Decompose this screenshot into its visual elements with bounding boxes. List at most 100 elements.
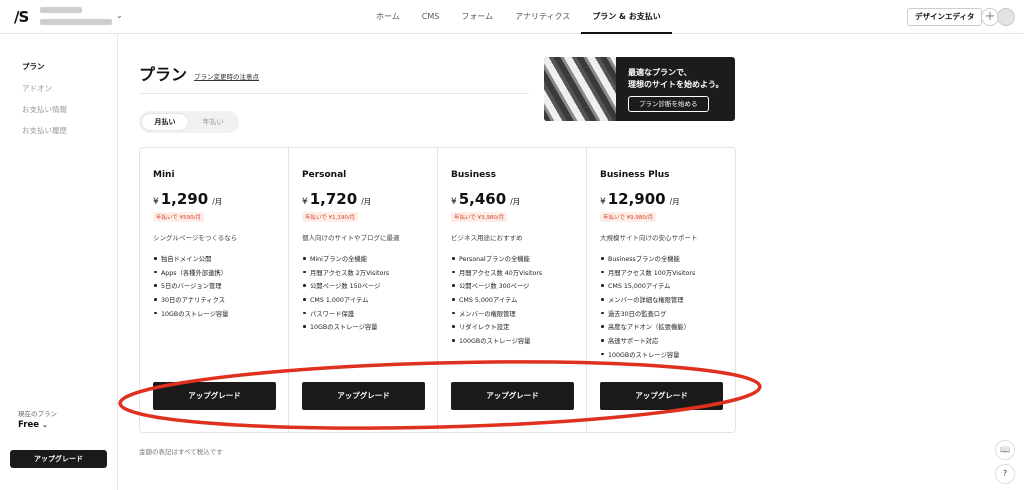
current-plan-value[interactable]: Free ⌄ (18, 420, 48, 430)
blurred-account-name (40, 7, 82, 13)
price-amount: 12,900 (607, 190, 666, 208)
sidebar: プラン アドオン お支払い情報 お支払い履歴 現在のプラン Free ⌄ アップ… (0, 34, 118, 490)
help-icon[interactable]: ? (995, 464, 1015, 484)
nav-home[interactable]: ホーム (365, 0, 411, 34)
banner-line-2: 理想のサイトを始めよう。 (628, 80, 724, 89)
feature-list: 独自ドメイン公開 Apps（各種外部連携） 5日のバージョン管理 30日のアナリティク… (153, 254, 228, 322)
sidebar-item-payment-info[interactable]: お支払い情報 (22, 104, 67, 115)
plan-name: Business Plus (600, 170, 670, 180)
plan-description: 個人向けのサイトやブログに最適 (302, 234, 400, 242)
feature-list: Personalプランの全機能 月間アクセス数 40万Visitors 公開ページ数… (451, 254, 542, 350)
feature-list: Businessプランの全機能 月間アクセス数 100万Visitors CMS 1… (600, 254, 695, 364)
divider (139, 93, 529, 94)
price-unit: /月 (669, 197, 680, 206)
feature-item: 過去30日の監査ログ (600, 309, 695, 323)
feature-item: 公開ページ数 150ページ (302, 281, 389, 295)
account-switcher[interactable] (40, 7, 112, 25)
chevron-down-icon: ⌄ (41, 421, 48, 429)
feature-item: 高速サポート対応 (600, 336, 695, 350)
plan-price: ¥ 1,290 /月 (153, 190, 222, 208)
nav-plan-billing[interactable]: プラン & お支払い (581, 0, 672, 34)
feature-item: メンバーの詳細な権限管理 (600, 295, 695, 309)
feature-item: Businessプランの全機能 (600, 254, 695, 268)
upgrade-button[interactable]: アップグレード (302, 382, 425, 410)
feature-item: 月間アクセス数 100万Visitors (600, 268, 695, 282)
book-icon[interactable]: 📖 (995, 440, 1015, 460)
plan-price: ¥ 1,720 /月 (302, 190, 371, 208)
feature-item: Miniプランの全機能 (302, 254, 389, 268)
annual-price-badge: 年払いで ¥590/月 (153, 212, 204, 222)
upgrade-button[interactable]: アップグレード (153, 382, 276, 410)
currency-symbol: ¥ (600, 197, 606, 207)
feature-item: メンバーの権限管理 (451, 309, 542, 323)
feature-item: 高度なアドオン（拡張機能） (600, 322, 695, 336)
feature-item: 5日のバージョン管理 (153, 281, 228, 295)
page-title: プラン (139, 65, 188, 84)
plan-description: 大規模サイト向けの安心サポート (600, 234, 698, 242)
feature-item: 月間アクセス数 40万Visitors (451, 268, 542, 282)
plan-card: Business ¥ 5,460 /月 年払いで ¥3,980/月 ビジネス用途… (438, 148, 587, 432)
price-unit: /月 (361, 197, 372, 206)
plan-name: Mini (153, 170, 175, 180)
nav-form[interactable]: フォーム (450, 0, 504, 34)
chevron-down-icon[interactable]: ⌄ (116, 11, 123, 20)
banner-line-1: 最適なプランで、 (628, 68, 692, 77)
price-amount: 1,720 (309, 190, 358, 208)
avatar[interactable] (997, 8, 1015, 26)
feature-item: 公開ページ数 300ページ (451, 281, 542, 295)
feature-item: Apps（各種外部連携） (153, 268, 228, 282)
annual-price-badge: 年払いで ¥3,980/月 (451, 212, 508, 222)
blurred-account-id (40, 19, 112, 25)
plan-description: シングルページをつくるなら (153, 234, 238, 242)
price-amount: 1,290 (160, 190, 209, 208)
main-nav: ホーム CMS フォーム アナリティクス プラン & お支払い (365, 0, 672, 34)
feature-item: CMS 5,000アイテム (451, 295, 542, 309)
feature-item: 30日のアナリティクス (153, 295, 228, 309)
sidebar-item-plan[interactable]: プラン (22, 61, 45, 72)
plan-description: ビジネス用途におすすめ (451, 234, 523, 242)
plan-change-notes-link[interactable]: プラン変更時の注意点 (194, 71, 259, 81)
plan-price: ¥ 12,900 /月 (600, 190, 680, 208)
feature-item: CMS 15,000アイテム (600, 281, 695, 295)
feature-item: 10GBのストレージ容量 (302, 322, 389, 336)
feature-item: 月間アクセス数 2万Visitors (302, 268, 389, 282)
plan-card: Mini ¥ 1,290 /月 年払いで ¥590/月 シングルページをつくるな… (140, 148, 289, 432)
tax-footnote: 金額の表記はすべて税込です (139, 448, 223, 456)
feature-item: Personalプランの全機能 (451, 254, 542, 268)
currency-symbol: ¥ (451, 197, 457, 207)
feature-item: CMS 1,000アイテム (302, 295, 389, 309)
toggle-yearly[interactable]: 年払い (190, 114, 236, 130)
feature-item: リダイレクト設定 (451, 322, 542, 336)
banner-image (544, 57, 616, 121)
plan-name: Personal (302, 170, 347, 180)
plan-cards: Mini ¥ 1,290 /月 年払いで ¥590/月 シングルページをつくるな… (139, 147, 736, 433)
plan-card: Business Plus ¥ 12,900 /月 年払いで ¥9,980/月 … (587, 148, 735, 432)
plan-diagnosis-banner: 最適なプランで、 理想のサイトを始めよう。 プラン診断を始める (544, 57, 735, 121)
feature-list: Miniプランの全機能 月間アクセス数 2万Visitors 公開ページ数 150ペ… (302, 254, 389, 336)
designer-editor-button[interactable]: デザインエディタ (907, 8, 983, 26)
price-unit: /月 (212, 197, 223, 206)
sidebar-upgrade-button[interactable]: アップグレード (10, 450, 107, 468)
upgrade-button[interactable]: アップグレード (600, 382, 723, 410)
studio-logo[interactable]: /S (14, 8, 29, 26)
current-plan-name: Free (18, 420, 39, 430)
banner-headline: 最適なプランで、 理想のサイトを始めよう。 (628, 67, 724, 91)
sidebar-item-payment-history[interactable]: お支払い履歴 (22, 125, 67, 136)
top-bar: /S ⌄ ホーム CMS フォーム アナリティクス プラン & お支払い デザイ… (0, 0, 1024, 34)
nav-analytics[interactable]: アナリティクス (504, 0, 581, 34)
currency-symbol: ¥ (302, 197, 308, 207)
currency-symbol: ¥ (153, 197, 159, 207)
current-plan-label: 現在のプラン (18, 410, 57, 418)
nav-cms[interactable]: CMS (411, 0, 451, 34)
annual-price-badge: 年払いで ¥1,190/月 (302, 212, 359, 222)
toggle-monthly[interactable]: 月払い (142, 114, 188, 130)
feature-item: パスワード保護 (302, 309, 389, 323)
price-amount: 5,460 (458, 190, 507, 208)
feature-item: 100GBのストレージ容量 (451, 336, 542, 350)
plan-card: Personal ¥ 1,720 /月 年払いで ¥1,190/月 個人向けのサ… (289, 148, 438, 432)
sidebar-item-addon[interactable]: アドオン (22, 83, 52, 94)
feature-item: 100GBのストレージ容量 (600, 350, 695, 364)
upgrade-button[interactable]: アップグレード (451, 382, 574, 410)
start-diagnosis-button[interactable]: プラン診断を始める (628, 96, 709, 112)
feature-item: 10GBのストレージ容量 (153, 309, 228, 323)
